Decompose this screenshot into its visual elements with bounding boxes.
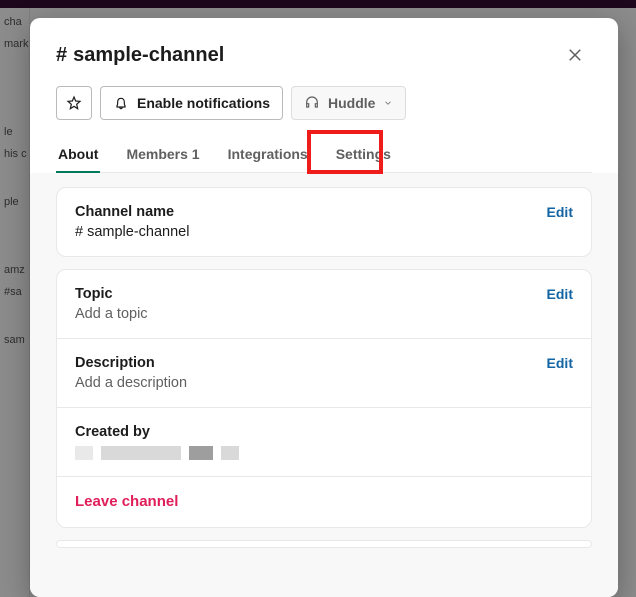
details-card: Topic Add a topic Edit Description Add a… [56, 269, 592, 528]
more-card [56, 540, 592, 548]
tab-bar: About Members 1 Integrations Settings [56, 138, 592, 173]
close-icon [566, 46, 584, 64]
topic-value: Add a topic [75, 306, 573, 322]
huddle-button[interactable]: Huddle [291, 86, 406, 120]
tab-members[interactable]: Members 1 [124, 138, 201, 172]
tab-settings[interactable]: Settings [334, 138, 393, 172]
bell-icon [113, 95, 129, 111]
enable-notifications-button[interactable]: Enable notifications [100, 86, 283, 120]
notifications-label: Enable notifications [137, 95, 270, 111]
channel-name-text: sample-channel [73, 44, 224, 67]
channel-name-card: Channel name # sample-channel Edit [56, 187, 592, 257]
edit-topic[interactable]: Edit [547, 286, 573, 302]
edit-description[interactable]: Edit [547, 355, 573, 371]
description-title: Description [75, 355, 573, 371]
huddle-label: Huddle [328, 95, 375, 111]
channel-title: # sample-channel [56, 44, 224, 67]
star-icon [66, 95, 82, 111]
leave-channel-button[interactable]: Leave channel [75, 493, 178, 510]
created-by-value-redacted [75, 446, 573, 460]
hash-icon: # [56, 44, 67, 67]
tab-about[interactable]: About [56, 138, 100, 172]
tab-integrations[interactable]: Integrations [226, 138, 310, 172]
created-by-title: Created by [75, 424, 573, 440]
edit-channel-name[interactable]: Edit [547, 204, 573, 220]
headphones-icon [304, 95, 320, 111]
channel-name-value: # sample-channel [75, 224, 573, 240]
topic-title: Topic [75, 286, 573, 302]
star-button[interactable] [56, 86, 92, 120]
channel-name-title: Channel name [75, 204, 573, 220]
description-value: Add a description [75, 375, 573, 391]
close-button[interactable] [558, 38, 592, 72]
channel-details-modal: # sample-channel Enable notifications Hu… [30, 18, 618, 597]
chevron-down-icon [383, 98, 393, 108]
